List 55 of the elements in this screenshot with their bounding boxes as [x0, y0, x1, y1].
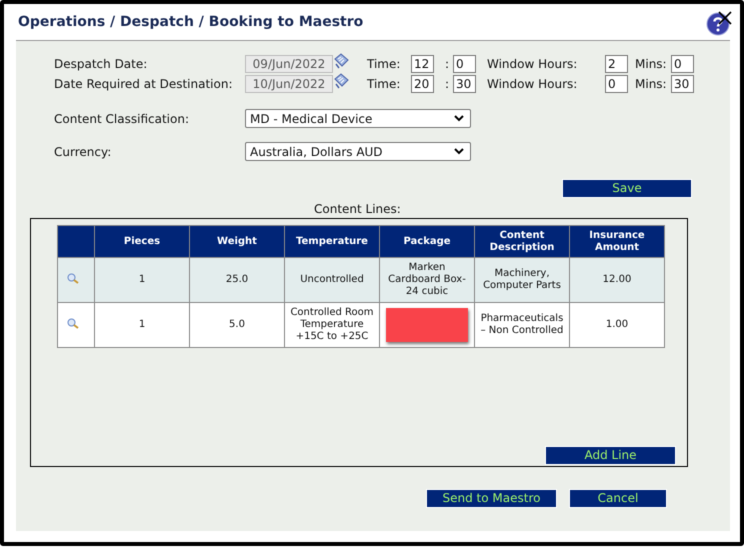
time-separator: :: [444, 57, 450, 71]
dropdown[interactable]: Australia, Dollars AUD: [245, 142, 471, 161]
date-field: 10/Jun/2022: [245, 75, 333, 93]
table-cell: Machinery, Computer Parts: [483, 268, 561, 291]
column-header: Temperature: [284, 226, 380, 258]
table-cell: 1.00: [606, 319, 628, 330]
window-hours-field[interactable]: 0: [605, 75, 628, 93]
window-hours-field[interactable]: 2: [605, 55, 628, 73]
field-label: Mins:: [635, 77, 668, 91]
table-cell: 25.0: [226, 274, 248, 285]
window-mins-field[interactable]: 0: [671, 55, 694, 73]
column-header: Insurance Amount: [570, 226, 664, 258]
field-label: Window Hours:: [487, 57, 578, 71]
column-header: Weight: [190, 226, 284, 258]
table-cell: Controlled Room Temperature +15C to +25C: [290, 307, 374, 342]
dropdown[interactable]: MD - Medical Device: [245, 109, 471, 128]
window-title: Operations / Despatch / Booking to Maestro: [17, 14, 364, 30]
hour-field[interactable]: 12: [411, 55, 434, 73]
chevron-icon[interactable]: [454, 148, 464, 155]
field-label: Date Required at Destination:: [54, 77, 234, 91]
time-separator: :: [444, 77, 450, 91]
window-mins-field[interactable]: 30: [671, 75, 694, 93]
column-header: Content Description: [474, 226, 570, 258]
table-cell: 1: [138, 319, 146, 330]
chevron-icon[interactable]: [454, 115, 464, 122]
table-cell: Marken Cardboard Box-24 cubic: [388, 262, 466, 297]
field-label: Time:: [367, 77, 402, 91]
table-cell: Pharmaceuticals – Non Controlled: [480, 313, 564, 336]
column-header: Pieces: [94, 226, 190, 258]
table-cell: Uncontrolled: [300, 274, 364, 285]
hour-field[interactable]: 20: [411, 75, 434, 93]
field-label: Time:: [367, 57, 402, 71]
minute-field[interactable]: 0: [453, 55, 476, 73]
cancel-button[interactable]: Cancel: [569, 489, 667, 508]
add-line-button[interactable]: Add Line: [545, 446, 676, 465]
send-button[interactable]: Send to Maestro: [426, 489, 557, 508]
field-label: Mins:: [635, 57, 668, 71]
save-button[interactable]: Save: [562, 179, 692, 198]
column-header: Package: [380, 226, 474, 258]
table-cell: 12.00: [602, 274, 632, 285]
field-label: Despatch Date:: [54, 57, 148, 71]
magnifier-icon[interactable]: [67, 318, 79, 328]
magnifier-icon[interactable]: [67, 272, 79, 284]
field-label: Content Classification:: [54, 112, 190, 126]
table-cell: 1: [138, 274, 146, 285]
date-field: 09/Jun/2022: [245, 55, 333, 73]
minute-field[interactable]: 30: [453, 75, 476, 93]
section-title: Content Lines:: [314, 202, 401, 216]
table-cell: 5.0: [229, 319, 245, 330]
field-label: Currency:: [54, 144, 112, 158]
calendar-icon[interactable]: [333, 53, 349, 69]
help-icon[interactable]: [706, 12, 730, 36]
close-icon[interactable]: [718, 10, 732, 24]
field-label: Window Hours:: [487, 77, 578, 91]
calendar-icon[interactable]: [333, 73, 349, 89]
